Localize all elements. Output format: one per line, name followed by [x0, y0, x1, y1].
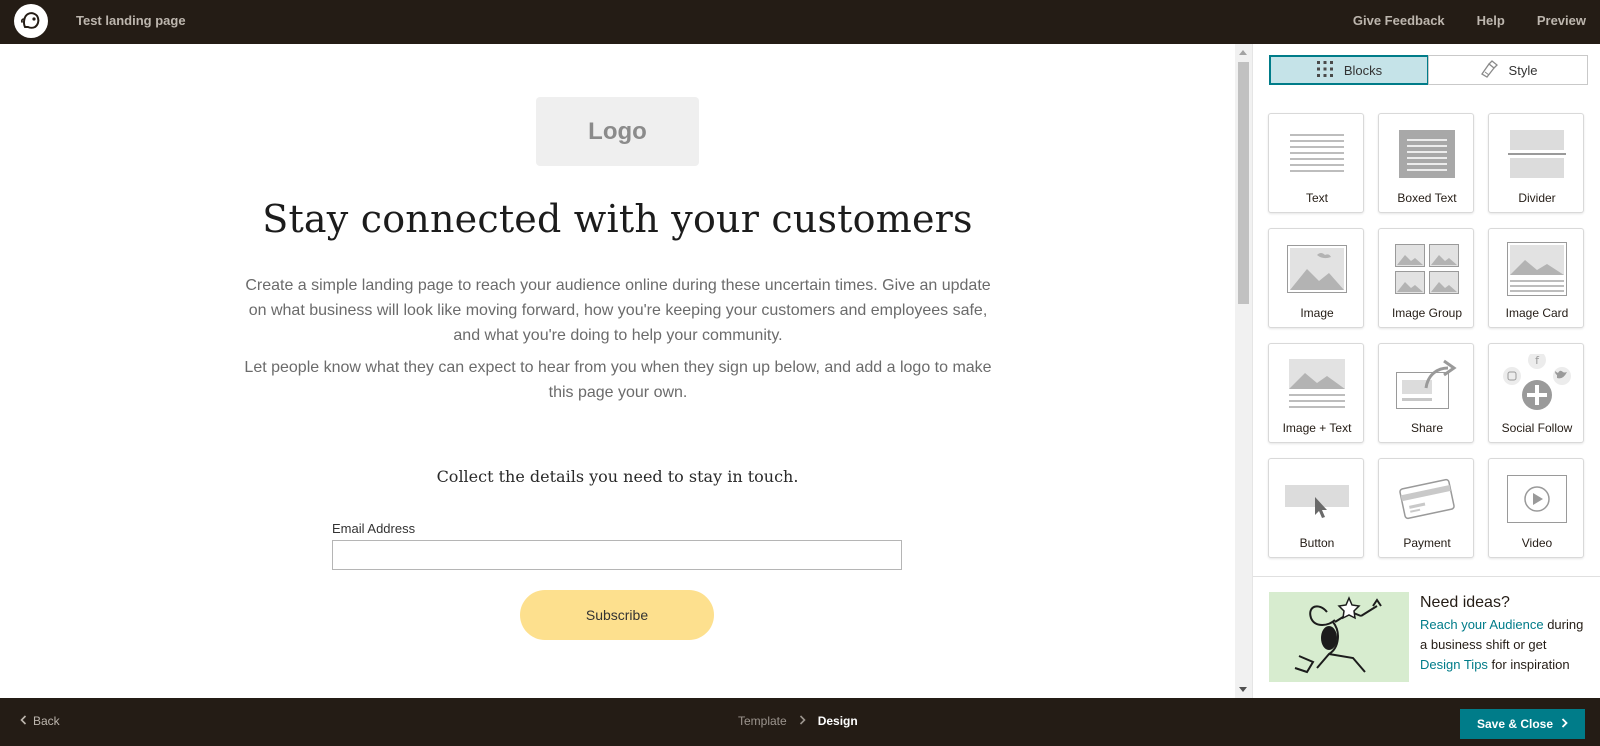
block-label: Image — [1300, 306, 1334, 320]
tab-style-label: Style — [1508, 62, 1538, 78]
ideas-title: Need ideas? — [1420, 594, 1510, 611]
block-video[interactable]: Video — [1488, 458, 1584, 558]
logo-placeholder[interactable]: Logo — [536, 97, 699, 166]
page-name: Test landing page — [76, 13, 186, 28]
subscribe-button[interactable]: Subscribe — [520, 590, 714, 640]
boxed-text-icon — [1379, 124, 1475, 184]
block-button[interactable]: Button — [1268, 458, 1364, 558]
block-label: Video — [1521, 536, 1553, 550]
payment-icon — [1379, 469, 1475, 529]
tab-blocks[interactable]: Blocks — [1269, 55, 1430, 85]
back-label: Back — [33, 714, 60, 728]
image-text-icon — [1269, 354, 1365, 414]
breadcrumb: Template Design — [738, 714, 858, 728]
panel-tabs: Blocks Style — [1269, 55, 1588, 85]
collect-details-text[interactable]: Collect the details you need to stay in … — [0, 467, 1235, 486]
divider-icon — [1489, 124, 1585, 184]
block-label: Image + Text — [1282, 421, 1352, 435]
scroll-down-icon[interactable] — [1239, 687, 1247, 692]
block-label: Social Follow — [1501, 421, 1573, 435]
canvas-scrollbar[interactable] — [1235, 44, 1252, 698]
preview-link[interactable]: Preview — [1537, 13, 1586, 28]
block-label: Text — [1305, 191, 1328, 205]
tab-style[interactable]: Style — [1428, 55, 1588, 85]
crumb-design: Design — [817, 714, 858, 728]
landing-page-canvas: Logo Stay connected with your customers … — [0, 44, 1235, 698]
video-icon — [1489, 469, 1585, 529]
image-icon — [1269, 239, 1365, 299]
block-label: Payment — [1403, 536, 1451, 550]
block-boxed-text[interactable]: Boxed Text — [1378, 113, 1474, 213]
email-label: Email Address — [332, 521, 416, 536]
tab-blocks-label: Blocks — [1343, 62, 1383, 78]
block-image-card[interactable]: Image Card — [1488, 228, 1584, 328]
panel-divider — [1253, 576, 1600, 577]
bottom-bar: Back Template Design Save & Close — [0, 698, 1600, 746]
save-close-label: Save & Close — [1476, 717, 1554, 731]
chevron-left-icon — [20, 714, 27, 728]
help-link[interactable]: Help — [1477, 13, 1505, 28]
ideas-illustration — [1269, 592, 1409, 682]
scrollbar-thumb[interactable] — [1238, 62, 1249, 304]
ideas-copy-2: for inspiration — [1487, 657, 1570, 672]
design-tips-link[interactable]: Design Tips — [1420, 657, 1488, 672]
top-bar: Test landing page Give Feedback Help Pre… — [0, 0, 1600, 44]
block-label: Divider — [1518, 191, 1556, 205]
chevron-right-icon — [799, 714, 806, 728]
block-image-text[interactable]: Image + Text — [1268, 343, 1364, 443]
crumb-template[interactable]: Template — [738, 714, 787, 728]
block-image-group[interactable]: Image Group — [1378, 228, 1474, 328]
block-label: Image Group — [1391, 306, 1463, 320]
block-label: Boxed Text — [1397, 191, 1457, 205]
share-icon — [1379, 354, 1475, 414]
back-button[interactable]: Back — [20, 714, 60, 728]
page-headline[interactable]: Stay connected with your customers — [0, 197, 1235, 241]
block-text[interactable]: Text — [1268, 113, 1364, 213]
reach-audience-link[interactable]: Reach your Audience — [1420, 617, 1544, 632]
paint-brush-icon — [1479, 59, 1499, 81]
block-divider[interactable]: Divider — [1488, 113, 1584, 213]
save-close-button[interactable]: Save & Close — [1460, 709, 1585, 739]
grid-dots-icon — [1316, 60, 1334, 81]
text-block-icon — [1269, 124, 1365, 184]
block-label: Button — [1299, 536, 1335, 550]
block-label: Image Card — [1505, 306, 1569, 320]
scroll-up-icon[interactable] — [1239, 50, 1247, 55]
block-payment[interactable]: Payment — [1378, 458, 1474, 558]
block-label: Share — [1410, 421, 1444, 435]
block-social-follow[interactable]: f Social Follow — [1488, 343, 1584, 443]
top-links: Give Feedback Help Preview — [1353, 13, 1586, 28]
image-group-icon — [1379, 239, 1475, 299]
chevron-right-icon — [1561, 717, 1568, 731]
block-image[interactable]: Image — [1268, 228, 1364, 328]
image-card-icon — [1489, 239, 1585, 299]
blocks-panel: Blocks Style Text Boxed Text Divider Ima… — [1252, 44, 1600, 698]
ideas-text: Need ideas? Reach your Audience during a… — [1420, 592, 1590, 675]
social-follow-icon: f — [1489, 354, 1585, 414]
give-feedback-link[interactable]: Give Feedback — [1353, 13, 1445, 28]
button-icon — [1269, 469, 1365, 529]
block-share[interactable]: Share — [1378, 343, 1474, 443]
email-field[interactable] — [332, 540, 902, 570]
intro-paragraph[interactable]: Create a simple landing page to reach yo… — [240, 273, 996, 348]
signup-paragraph[interactable]: Let people know what they can expect to … — [240, 355, 996, 405]
mailchimp-logo-icon[interactable] — [14, 4, 48, 38]
